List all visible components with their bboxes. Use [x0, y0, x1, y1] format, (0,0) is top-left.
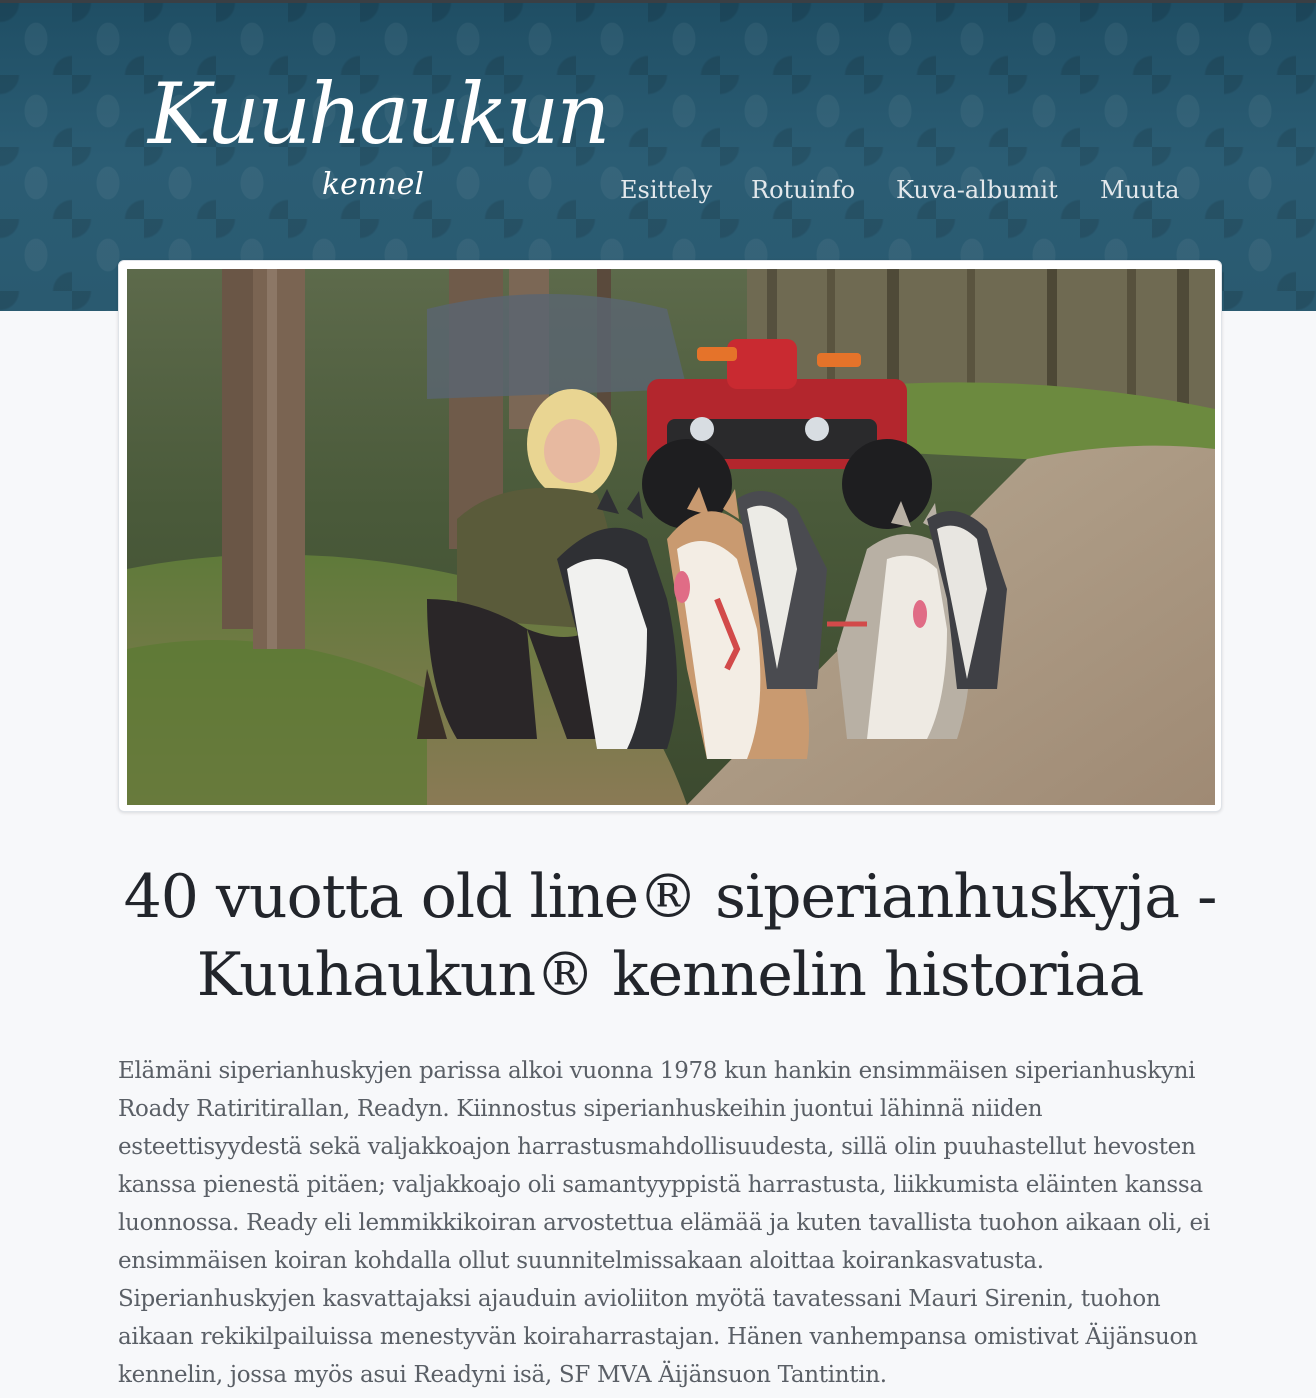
nav-item-kuva-albumit[interactable]: Kuva-albumit — [896, 176, 1058, 204]
page-title-line-1: 40 vuotta old line® siperianhuskyja - — [123, 862, 1218, 932]
nav-item-muuta[interactable]: Muuta — [1100, 176, 1179, 204]
nav-item-rotuinfo[interactable]: Rotuinfo — [751, 176, 855, 204]
logo-wordmark: Kuuhaukun — [148, 65, 610, 163]
site-logo[interactable]: Kuuhaukun kennel — [140, 55, 610, 215]
logo-subtext: kennel — [322, 167, 424, 202]
hero-image-frame — [118, 260, 1222, 812]
page-title: 40 vuotta old line® siperianhuskyja - Ku… — [100, 858, 1240, 1014]
nav-item-esittely[interactable]: Esittely — [620, 176, 712, 204]
page-title-line-2: Kuuhaukun® kennelin historiaa — [196, 940, 1145, 1010]
hero-photo — [127, 269, 1215, 805]
article-paragraph: Elämäni siperianhuskyjen parissa alkoi v… — [118, 1058, 1210, 1388]
